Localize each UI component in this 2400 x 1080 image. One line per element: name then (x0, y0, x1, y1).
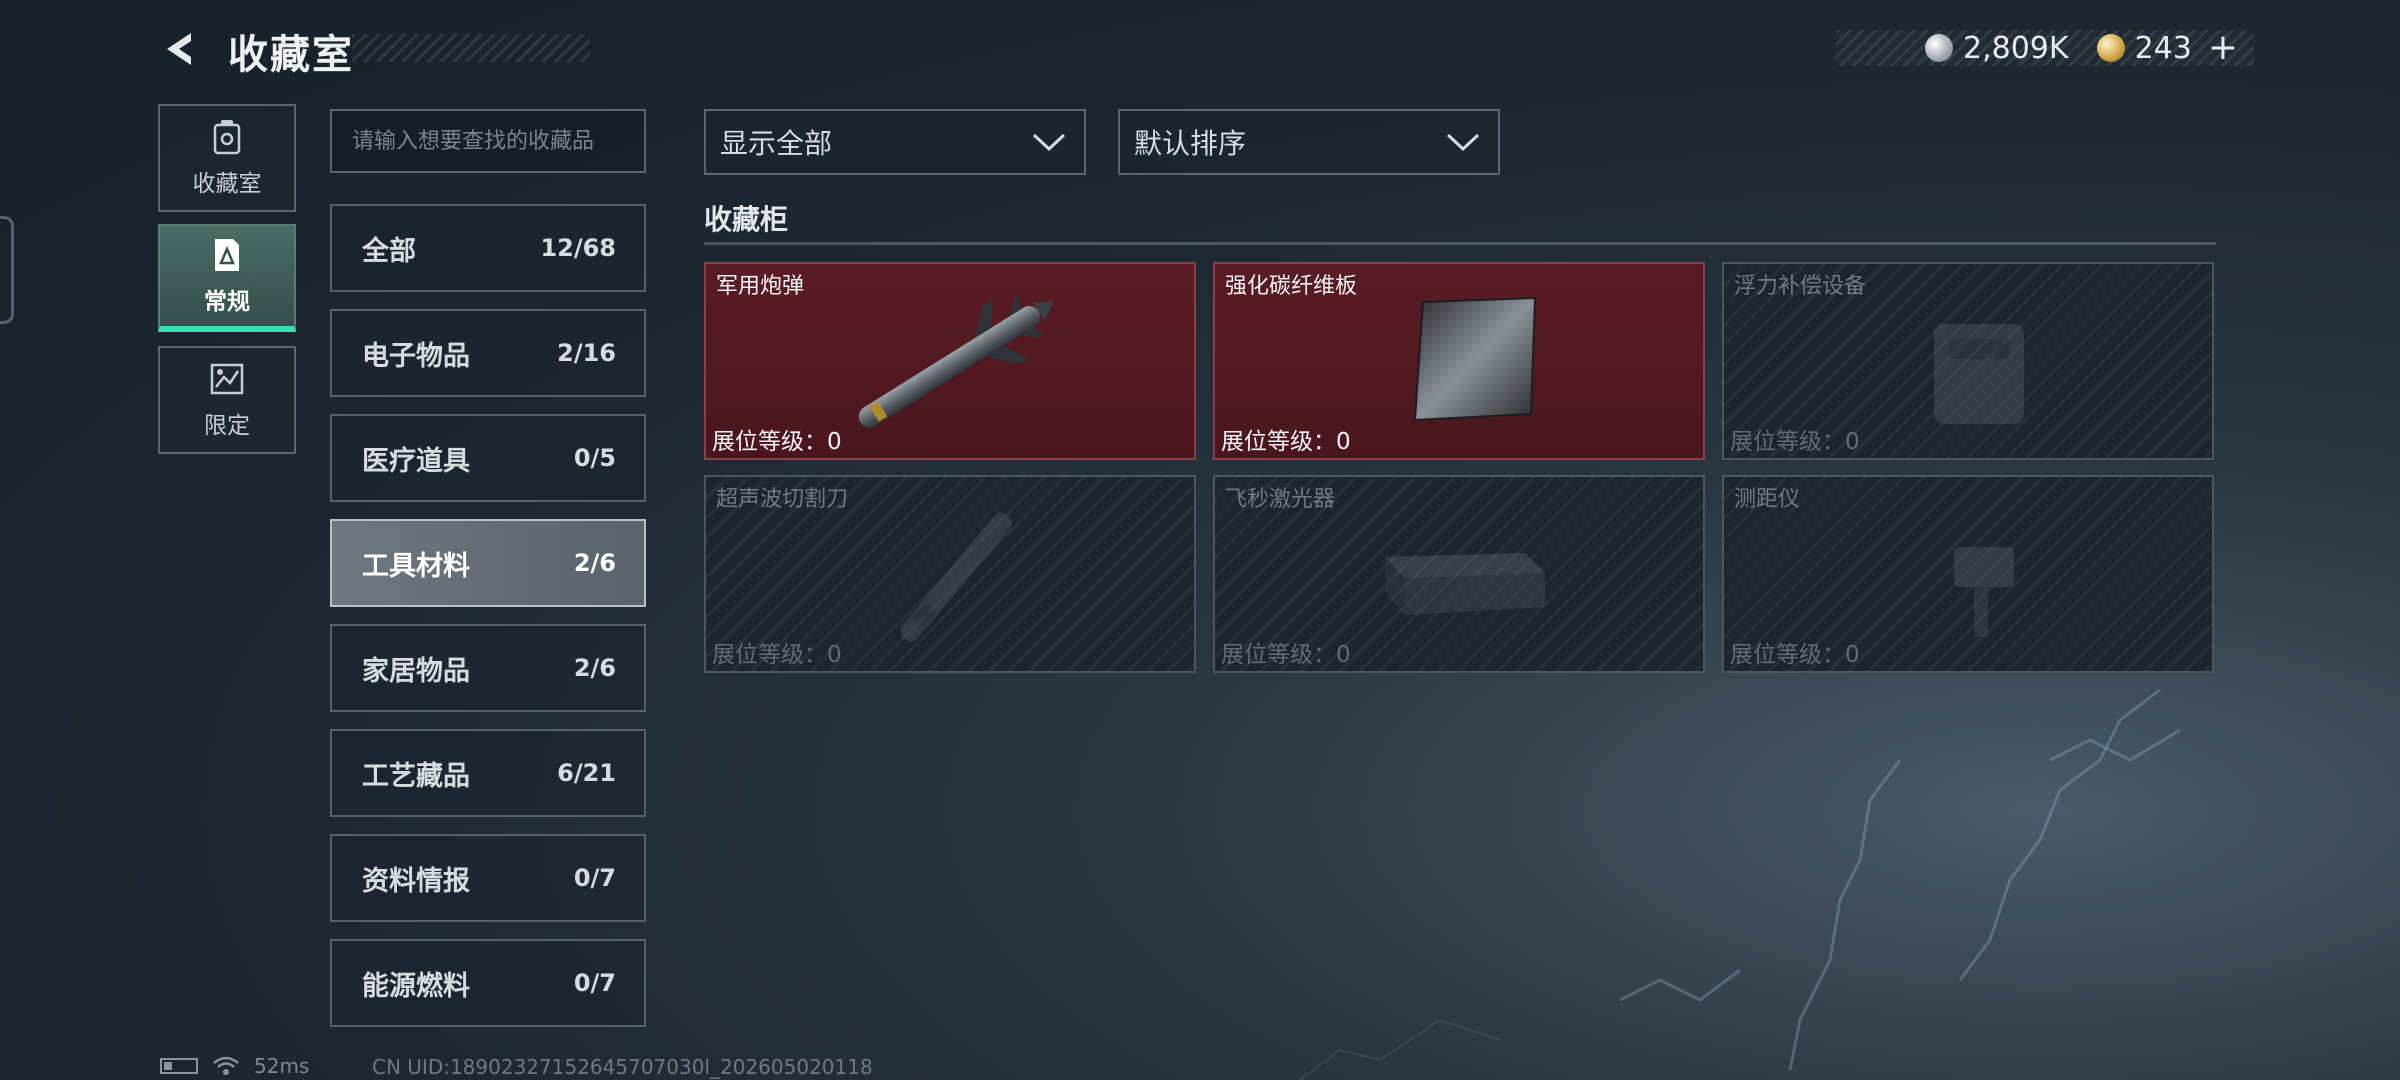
nav-item-limited[interactable]: 限定 (158, 346, 296, 454)
femtosecond-laser-icon (1385, 553, 1545, 615)
item-display-level: 展位等级：0 (1221, 642, 1351, 668)
category-name: 工艺藏品 (362, 760, 470, 792)
gold-coin-icon (2096, 34, 2125, 62)
page-title: 收藏室 (228, 32, 354, 78)
sort-label: 默认排序 (1134, 127, 1247, 160)
item-card-rangefinder[interactable]: 测距仪 展位等级：0 (1722, 475, 2214, 673)
nav-item-collection-room[interactable]: 收藏室 (158, 104, 296, 212)
category-name: 能源燃料 (362, 970, 470, 1002)
rangefinder-icon (1954, 547, 2014, 637)
nav-label: 收藏室 (192, 171, 262, 197)
item-card-carbon-plate[interactable]: 强化碳纤维板 展位等级：0 (1213, 262, 1705, 460)
item-card-buoyancy-device[interactable]: 浮力补偿设备 展位等级：0 (1722, 262, 2214, 460)
regular-icon (210, 236, 244, 274)
item-name: 超声波切割刀 (716, 487, 849, 512)
section-divider (704, 242, 2216, 245)
item-display-level: 展位等级：0 (1730, 642, 1860, 668)
item-display-level: 展位等级：0 (1730, 429, 1860, 455)
nav-label: 常规 (204, 289, 250, 315)
item-name: 测距仪 (1734, 487, 1801, 512)
back-button[interactable] (158, 26, 204, 72)
sort-dropdown[interactable]: 默认排序 (1118, 109, 1500, 175)
category-electronics[interactable]: 电子物品 2/16 (330, 309, 646, 397)
category-count: 2/16 (557, 339, 616, 367)
ping-value: 52ms (254, 1054, 310, 1078)
nav-label: 限定 (204, 413, 250, 439)
category-count: 0/5 (573, 444, 616, 472)
item-card-femtosecond-laser[interactable]: 飞秒激光器 展位等级：0 (1213, 475, 1705, 673)
category-all[interactable]: 全部 12/68 (330, 204, 646, 292)
item-card-ultrasonic-cutter[interactable]: 超声波切割刀 展位等级：0 (704, 475, 1196, 673)
item-display-level: 展位等级：0 (712, 429, 842, 455)
display-filter-label: 显示全部 (720, 127, 833, 160)
currency-bar: 2,809K 243 + (1836, 30, 2254, 66)
ultrasonic-cutter-icon (900, 512, 1012, 642)
silver-amount: 2,809K (1963, 30, 2069, 66)
item-display-level: 展位等级：0 (1221, 429, 1351, 455)
uid-text: CN UID:18902327152645707030l_20260502011… (372, 1055, 873, 1079)
carbon-plate-icon (1413, 296, 1537, 422)
category-household[interactable]: 家居物品 2/6 (330, 624, 646, 712)
search-input[interactable] (352, 128, 624, 154)
add-currency-button[interactable]: + (2208, 30, 2238, 66)
nav-item-regular[interactable]: 常规 (158, 224, 296, 332)
item-card-military-shell[interactable]: 军用炮弹 展位等级：0 (704, 262, 1196, 460)
wifi-icon (213, 1056, 239, 1075)
title-decoration (352, 34, 590, 62)
item-display-level: 展位等级：0 (712, 642, 842, 668)
category-intel[interactable]: 资料情报 0/7 (330, 834, 646, 922)
category-tools-materials[interactable]: 工具材料 2/6 (330, 519, 646, 607)
category-name: 资料情报 (362, 865, 470, 897)
category-name: 工具材料 (362, 550, 470, 582)
category-count: 2/6 (573, 549, 616, 577)
category-medical[interactable]: 医疗道具 0/5 (330, 414, 646, 502)
collection-room-icon (210, 118, 244, 156)
side-edge-tab[interactable] (0, 216, 14, 324)
category-name: 全部 (362, 235, 416, 267)
back-arrow-icon (167, 33, 191, 65)
gold-amount: 243 (2134, 30, 2192, 66)
silver-coin-icon (1925, 34, 1953, 62)
display-filter-dropdown[interactable]: 显示全部 (704, 109, 1086, 175)
category-count: 6/21 (557, 759, 616, 787)
category-energy[interactable]: 能源燃料 0/7 (330, 939, 646, 1027)
buoyancy-device-icon (1934, 324, 2024, 424)
section-title: 收藏柜 (704, 203, 789, 236)
category-count: 0/7 (573, 864, 616, 892)
item-name: 浮力补偿设备 (1734, 274, 1867, 299)
status-bar: 52ms (160, 1054, 309, 1078)
missile-icon (858, 295, 1054, 428)
chevron-down-icon (1032, 133, 1066, 152)
search-box[interactable] (330, 109, 646, 173)
limited-icon (210, 360, 244, 398)
category-count: 0/7 (573, 969, 616, 997)
item-name: 军用炮弹 (716, 274, 805, 299)
category-crafts[interactable]: 工艺藏品 6/21 (330, 729, 646, 817)
category-name: 电子物品 (362, 340, 470, 372)
chevron-down-icon (1446, 133, 1480, 152)
category-count: 12/68 (540, 234, 616, 262)
battery-icon (160, 1058, 198, 1074)
category-name: 家居物品 (362, 655, 470, 687)
item-name: 强化碳纤维板 (1225, 274, 1358, 299)
item-name: 飞秒激光器 (1225, 487, 1336, 512)
category-count: 2/6 (573, 654, 616, 682)
category-name: 医疗道具 (362, 445, 470, 477)
